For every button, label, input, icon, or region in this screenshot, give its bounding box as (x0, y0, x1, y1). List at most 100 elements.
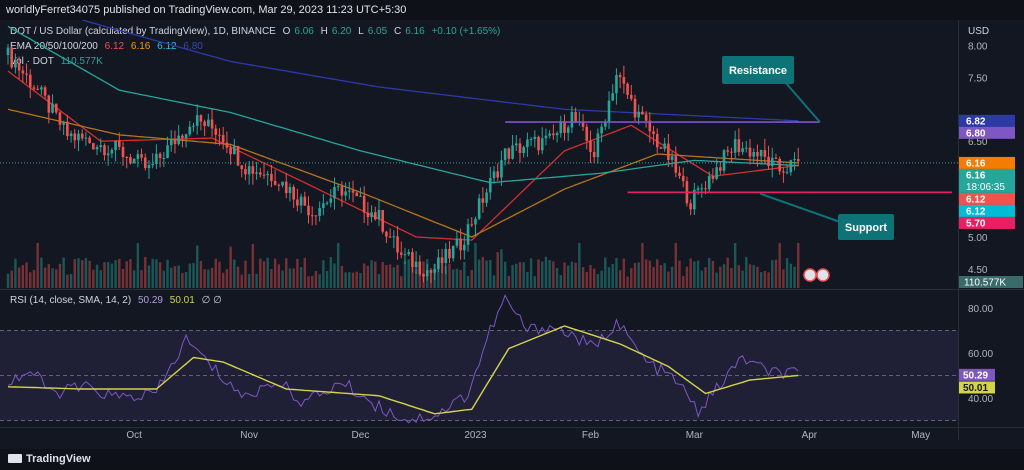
candle-body (511, 145, 514, 159)
candle-body (314, 215, 318, 217)
volume-bar (292, 268, 295, 288)
support-pointer (759, 192, 844, 224)
volume-bar (633, 263, 637, 288)
volume-bar (170, 267, 173, 288)
candle-body (80, 133, 84, 139)
candle-body (292, 186, 295, 200)
time-tick-label: Nov (240, 430, 258, 441)
volume-bar (21, 265, 25, 288)
volume-bar (374, 261, 377, 288)
price-axis-countdown: 18:06:35 (966, 182, 1005, 193)
volume-bar (214, 258, 217, 288)
volume-bar (181, 272, 184, 288)
volume-bar (407, 259, 410, 288)
time-tick-label: Feb (582, 430, 600, 441)
candle-body (377, 210, 381, 220)
price-tick-label: 7.50 (968, 73, 988, 84)
candle-body (659, 147, 663, 149)
volume-bar (496, 252, 499, 288)
candle-body (440, 257, 444, 264)
candle-body (637, 111, 640, 118)
candle-body (6, 47, 10, 56)
volume-bar (648, 260, 652, 288)
candle-body (385, 231, 388, 237)
volume-bar (722, 264, 726, 288)
candle-body (629, 94, 633, 99)
volume-bar (266, 257, 269, 288)
candle-body (425, 270, 429, 277)
volume-bar (715, 272, 718, 288)
candle-body (125, 157, 129, 159)
candle-body (756, 152, 759, 157)
candle-body (403, 254, 407, 256)
publisher-text: worldlyFerret34075 published on TradingV… (6, 4, 407, 16)
volume-bar (774, 259, 778, 288)
candle-body (696, 188, 700, 190)
volume-bar (793, 266, 796, 288)
candle-body (195, 115, 199, 126)
resistance-callout-text: Resistance (729, 65, 787, 77)
volume-bar (218, 261, 221, 288)
volume-bar (314, 270, 318, 288)
candle-body (203, 121, 206, 127)
volume-bar (196, 245, 199, 288)
volume-bar (515, 263, 518, 288)
rsi-axis-label: 50.01 (963, 383, 988, 394)
tradingview-logo[interactable]: TradingView (8, 453, 91, 465)
candle-body (782, 171, 785, 173)
tradingview-mark-icon (8, 454, 22, 463)
volume-bar (474, 243, 477, 288)
volume-bar (151, 258, 154, 288)
volume-bar (730, 267, 733, 288)
candle-body (177, 135, 180, 145)
volume-bar (667, 271, 670, 288)
price-axis-label: 6.16 (966, 158, 986, 169)
time-tick-label: Oct (126, 430, 142, 441)
candle-body (103, 145, 106, 156)
volume-bar (340, 265, 344, 288)
candle-body (43, 87, 47, 96)
candle-body (715, 167, 718, 179)
volume-bar (173, 266, 177, 288)
candle-body (329, 198, 333, 203)
candle-body (503, 148, 507, 161)
candle-body (633, 98, 637, 118)
volume-bar (711, 260, 715, 288)
volume-bar (522, 262, 525, 288)
volume-axis-label: 110.577K (964, 278, 1006, 289)
candle-body (600, 126, 603, 134)
volume-bar (403, 261, 407, 288)
volume-bar (622, 258, 626, 288)
candle-body (32, 87, 36, 89)
volume-bar (778, 243, 781, 288)
volume-bar (581, 267, 585, 288)
volume-bar (656, 259, 659, 288)
candle-body (592, 152, 596, 158)
volume-bar (489, 260, 492, 288)
candle-body (307, 205, 310, 216)
candle-body (485, 192, 488, 203)
volume-bar (377, 274, 381, 288)
volume-bar (325, 270, 329, 288)
candle-body (748, 147, 752, 157)
candle-body (58, 112, 62, 125)
volume-bar (255, 273, 258, 288)
volume-bar (507, 276, 511, 288)
volume-bar (106, 262, 110, 288)
candle-body (518, 143, 522, 154)
resistance-pointer (784, 81, 821, 123)
candle-body (574, 111, 577, 122)
candle-body (555, 133, 559, 136)
price-chart[interactable]: 8.007.506.506.005.505.004.5080.0060.0040… (0, 20, 1024, 450)
candle-body (448, 248, 451, 259)
volume-bar (207, 269, 210, 288)
candle-body (173, 139, 177, 145)
volume-bar (463, 261, 466, 288)
candle-body (689, 203, 692, 210)
candle-body (667, 143, 670, 160)
volume-bar (221, 272, 225, 288)
candle-body (340, 186, 344, 196)
currency-label: USD (968, 26, 989, 37)
volume-bar (548, 260, 551, 288)
candle-body (51, 103, 54, 113)
